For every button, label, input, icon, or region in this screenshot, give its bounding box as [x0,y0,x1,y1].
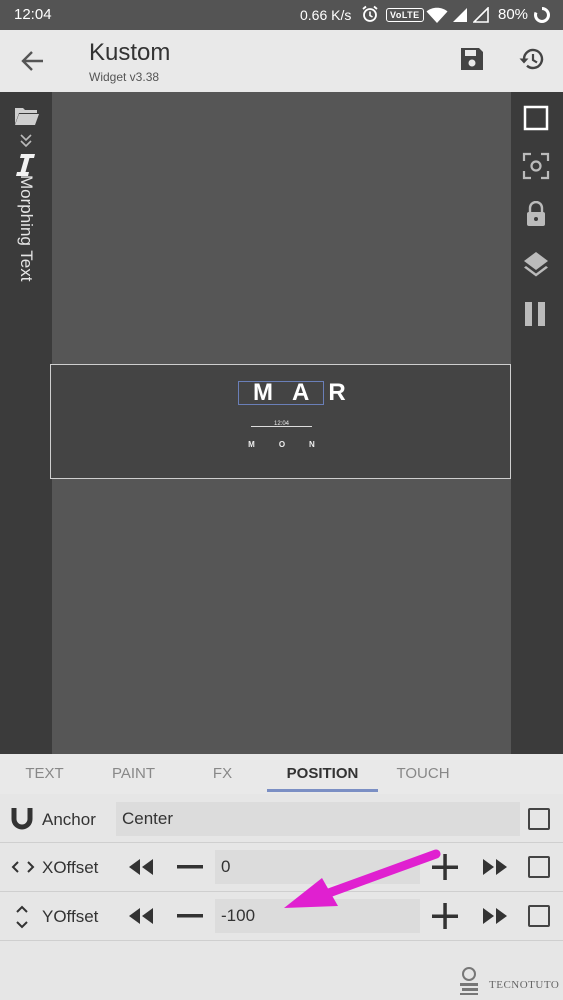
tab-bar: TEXT PAINT FX POSITION TOUCH [0,754,563,794]
layers-icon[interactable] [522,250,550,278]
xoffset-fast-decrement-icon[interactable] [127,857,155,877]
anchor-label: Anchor [42,810,96,829]
folder-icon[interactable] [14,105,40,127]
anchor-field[interactable]: Center [116,802,520,836]
annotation-arrow [282,848,442,918]
status-time: 12:04 [14,6,52,23]
xoffset-label: XOffset [42,858,99,877]
xoffset-fast-increment-icon[interactable] [481,857,509,877]
widget-month-text[interactable]: MAR [238,381,346,405]
battery-percent: 80% [498,6,529,23]
app-subtitle: Widget v3.38 [89,70,160,84]
yoffset-label: YOffset [42,907,99,926]
lock-icon[interactable] [525,201,547,227]
active-tab-indicator [267,789,378,792]
volte-badge: VoLTE [386,8,424,22]
focus-icon[interactable] [522,152,550,180]
editor-canvas[interactable]: Morphing Text MAR 12:04 MON [0,92,563,754]
watermark-text: TECNOTUTO [489,979,560,991]
double-chevron-down-icon[interactable] [20,134,32,148]
status-bar: 12:04 0.66 K/s VoLTE 80% [0,0,563,30]
save-icon[interactable] [459,46,485,72]
signal-outline-icon [473,7,489,23]
anchor-magnet-icon [10,806,34,830]
tab-text[interactable]: TEXT [0,754,89,794]
wifi-icon [426,6,448,24]
right-rail [511,92,563,754]
yoffset-decrement-icon[interactable] [177,914,203,918]
history-icon[interactable] [518,46,546,72]
anchor-row: Anchor Center [0,794,563,843]
square-select-icon[interactable] [523,105,549,131]
network-speed: 0.66 K/s [300,7,352,23]
watermark-logo-icon [456,966,482,996]
tab-paint[interactable]: PAINT [89,754,178,794]
tab-fx[interactable]: FX [178,754,267,794]
pause-icon[interactable] [523,300,549,328]
yoffset-checkbox[interactable] [528,905,550,927]
app-bar: Kustom Widget v3.38 [0,30,563,92]
item-name-label[interactable]: Morphing Text [16,175,36,305]
yoffset-fast-increment-icon[interactable] [481,906,509,926]
anchor-checkbox[interactable] [528,808,550,830]
battery-ring-icon [533,6,551,24]
time-divider-right [279,426,312,427]
back-arrow-icon[interactable] [21,49,45,73]
yoffset-fast-decrement-icon[interactable] [127,906,155,926]
alarm-icon [361,5,379,23]
xoffset-checkbox[interactable] [528,856,550,878]
widget-preview[interactable]: MAR 12:04 MON [50,364,511,479]
widget-day-text: MON [248,440,339,449]
xoffset-decrement-icon[interactable] [177,865,203,869]
tab-touch[interactable]: TOUCH [378,754,468,794]
signal-icon [452,7,468,23]
tab-position[interactable]: POSITION [267,754,378,794]
vertical-arrows-icon [15,903,29,931]
left-rail: Morphing Text [0,92,52,754]
app-title: Kustom [89,39,171,66]
horizontal-arrows-icon [10,860,36,874]
